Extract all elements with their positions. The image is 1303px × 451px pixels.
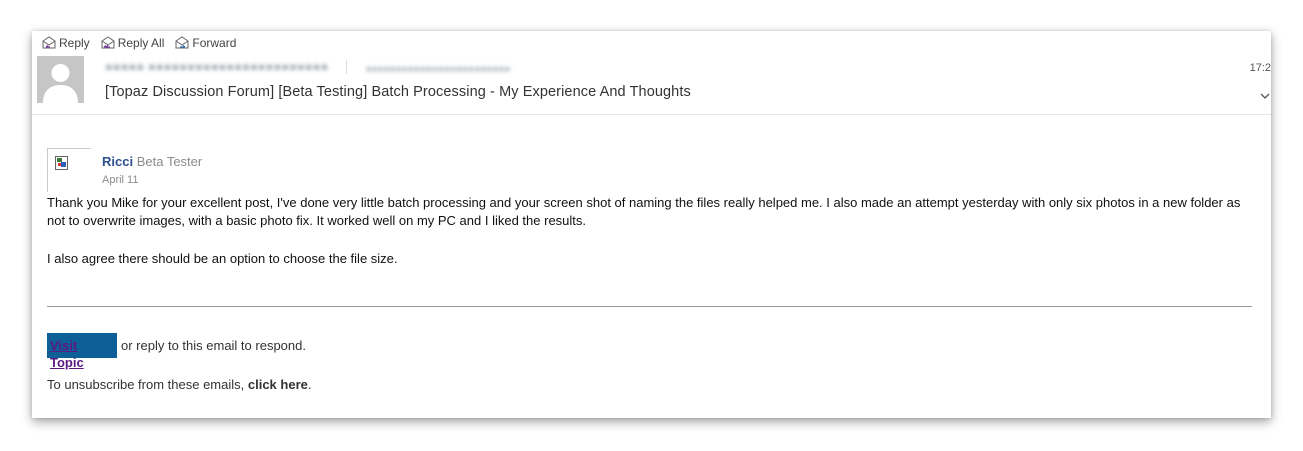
visit-topic-button[interactable]: Visit Topic xyxy=(47,333,117,370)
recipient-address-redacted: ●●●●●●●●●●●●●●●●●●●●●●●● xyxy=(365,64,511,75)
visit-row: Visit Topic or reply to this email to re… xyxy=(47,333,306,370)
sender-avatar xyxy=(37,56,84,103)
reply-button[interactable]: Reply xyxy=(41,36,90,50)
unsubscribe-link[interactable]: click here xyxy=(248,377,308,392)
received-time: 17:2 xyxy=(1249,62,1271,74)
post-author: Ricci Beta Tester xyxy=(102,154,202,169)
author-name[interactable]: Ricci xyxy=(102,154,133,169)
chevron-down-icon[interactable] xyxy=(1260,92,1270,100)
forward-label: Forward xyxy=(192,36,237,50)
reply-all-icon xyxy=(100,36,116,50)
unsubscribe-line: To unsubscribe from these emails, click … xyxy=(47,377,312,392)
header-separator xyxy=(346,59,348,74)
person-icon xyxy=(37,56,84,103)
reply-all-button[interactable]: Reply All xyxy=(100,36,165,50)
post-paragraph-1: Thank you Mike for your excellent post, … xyxy=(47,195,1241,228)
post-author-avatar xyxy=(47,148,91,192)
reply-all-label: Reply All xyxy=(117,36,165,50)
message-toolbar: Reply Reply All Forward xyxy=(41,34,246,52)
broken-image-icon xyxy=(55,156,68,170)
forward-button[interactable]: Forward xyxy=(174,36,236,50)
post-date: April 11 xyxy=(102,174,139,186)
author-role: Beta Tester xyxy=(136,154,203,169)
unsubscribe-suffix: . xyxy=(307,377,312,392)
reply-label: Reply xyxy=(59,36,90,50)
reply-icon xyxy=(41,36,57,50)
post-paragraph-2: I also agree there should be an option t… xyxy=(47,251,398,266)
email-window: Reply Reply All Forward ●●●●● ●●●●●●●●●●… xyxy=(32,31,1271,418)
respond-text: or reply to this email to respond. xyxy=(121,338,306,353)
sender-line: ●●●●● ●●●●●●●●●●●●●●●●●●●●●●● ●●●●●●●●●●… xyxy=(105,58,510,75)
forward-icon xyxy=(174,36,190,50)
header-divider xyxy=(32,114,1271,115)
sender-address-redacted: ●●●●● ●●●●●●●●●●●●●●●●●●●●●●● xyxy=(105,59,329,74)
footer-divider xyxy=(47,306,1252,307)
unsubscribe-prefix: To unsubscribe from these emails, xyxy=(47,377,248,392)
email-subject: [Topaz Discussion Forum] [Beta Testing] … xyxy=(105,84,691,100)
